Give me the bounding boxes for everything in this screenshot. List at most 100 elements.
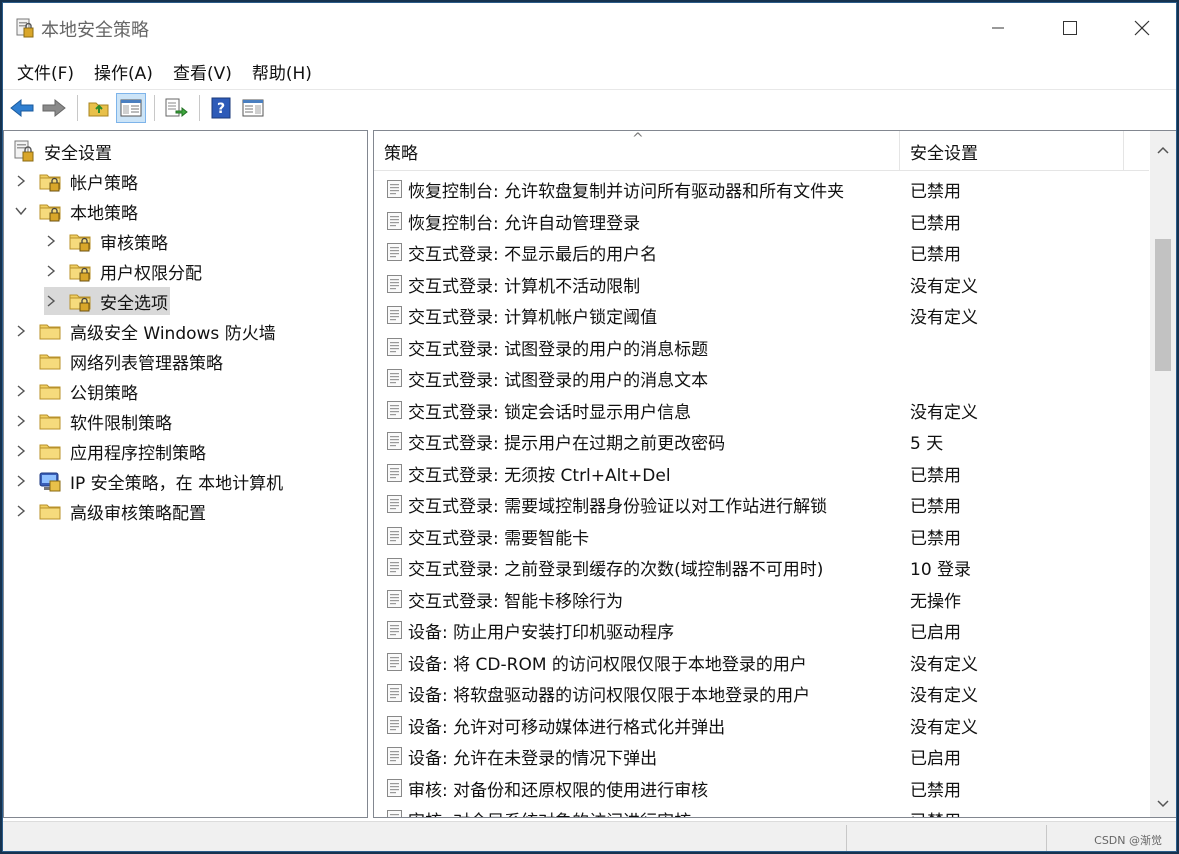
show-hide-tree-button[interactable] (116, 92, 146, 123)
chevron-down-icon[interactable] (14, 204, 28, 218)
policy-row[interactable]: 交互式登录: 无须按 Ctrl+Alt+Del 已禁用 (374, 457, 1149, 488)
scrollbar-thumb[interactable] (1155, 239, 1171, 371)
policy-row[interactable]: 交互式登录: 试图登录的用户的消息标题 (374, 331, 1149, 362)
policy-item-icon (387, 400, 402, 419)
policy-row[interactable]: 交互式登录: 智能卡移除行为 无操作 (374, 583, 1149, 614)
policy-setting: 已禁用 (910, 780, 961, 801)
menu-action[interactable]: 操作(A) (84, 55, 163, 87)
svg-text:?: ? (217, 101, 225, 117)
shield-icon (12, 139, 36, 163)
policy-row[interactable]: 审核: 对全局系统对象的访问进行审核 已禁用 (374, 803, 1149, 817)
chevron-right-icon[interactable] (14, 324, 28, 338)
menu-file[interactable]: 文件(F) (7, 55, 84, 87)
window-title: 本地安全策略 (41, 20, 149, 41)
policy-name: 交互式登录: 之前登录到缓存的次数(域控制器不可用时) (408, 560, 824, 580)
lock-folder-icon (38, 199, 62, 223)
policy-item-icon (387, 810, 402, 817)
policy-item-icon (387, 337, 402, 356)
close-button[interactable] (1107, 3, 1176, 53)
status-bar: CSDN @渐觉 (3, 821, 1176, 851)
menu-view[interactable]: 查看(V) (163, 55, 242, 87)
policy-row[interactable]: 审核: 对备份和还原权限的使用进行审核 已禁用 (374, 772, 1149, 803)
chevron-right-icon[interactable] (14, 444, 28, 458)
tree-item[interactable]: 安全设置 (12, 137, 114, 165)
policy-name: 交互式登录: 提示用户在过期之前更改密码 (408, 434, 726, 454)
policy-row[interactable]: 交互式登录: 不显示最后的用户名 已禁用 (374, 236, 1149, 267)
policy-row[interactable]: 交互式登录: 锁定会话时显示用户信息 没有定义 (374, 394, 1149, 425)
scroll-down-button[interactable] (1150, 791, 1176, 817)
policy-setting: 已禁用 (910, 497, 961, 517)
export-list-icon (165, 98, 188, 117)
minimize-button[interactable] (963, 3, 1033, 53)
policy-name: 设备: 允许在未登录的情况下弹出 (408, 749, 658, 769)
tree-item-label: 安全选项 (98, 287, 170, 315)
back-button[interactable] (7, 93, 37, 123)
console-tree-icon (120, 99, 142, 116)
column-header-setting[interactable]: 安全设置 (900, 131, 1124, 171)
policy-row[interactable]: 交互式登录: 之前登录到缓存的次数(域控制器不可用时) 10 登录 (374, 551, 1149, 582)
tree-item[interactable]: 网络列表管理器策略 (14, 347, 225, 375)
policy-row[interactable]: 交互式登录: 计算机不活动限制 没有定义 (374, 268, 1149, 299)
tree-item[interactable]: 安全选项 (44, 287, 170, 315)
policy-name: 审核: 对备份和还原权限的使用进行审核 (408, 780, 709, 801)
menu-help[interactable]: 帮助(H) (242, 55, 322, 87)
policy-item-icon (387, 589, 402, 608)
policy-item-icon (387, 684, 402, 702)
policy-row[interactable]: 设备: 将软盘驱动器的访问权限仅限于本地登录的用户 没有定义 (374, 677, 1149, 708)
ip-security-icon (38, 469, 62, 493)
tree-item[interactable]: 审核策略 (44, 227, 170, 255)
chevron-right-icon[interactable] (14, 384, 28, 398)
tree-item[interactable]: 应用程序控制策略 (14, 437, 208, 465)
toolbar-separator (199, 94, 200, 121)
policy-row[interactable]: 交互式登录: 需要智能卡 已禁用 (374, 520, 1149, 551)
chevron-right-icon[interactable] (14, 414, 28, 428)
help-button[interactable]: ? (206, 93, 236, 123)
tree-item[interactable]: 帐户策略 (14, 167, 140, 195)
chevron-right-icon[interactable] (44, 264, 58, 278)
policy-name: 设备: 将软盘驱动器的访问权限仅限于本地登录的用户 (408, 686, 811, 706)
forward-button[interactable] (39, 93, 69, 123)
policy-setting: 10 登录 (910, 560, 972, 580)
chevron-right-icon[interactable] (44, 294, 58, 308)
tree-item[interactable]: 本地策略 (14, 197, 140, 225)
policy-row[interactable]: 恢复控制台: 允许软盘复制并访问所有驱动器和所有文件夹 已禁用 (374, 173, 1149, 204)
policy-row[interactable]: 交互式登录: 提示用户在过期之前更改密码 5 天 (374, 425, 1149, 456)
chevron-right-icon[interactable] (44, 234, 58, 248)
tree-item[interactable]: 高级审核策略配置 (14, 497, 208, 525)
details-pane: 策略 ^ 安全设置 恢复控制台: 允许软盘复制并访问所有驱动器和所有文件夹 已禁用… (373, 130, 1176, 818)
chevron-right-icon[interactable] (14, 504, 28, 518)
folder-icon (38, 409, 62, 433)
policy-item-icon (387, 243, 402, 261)
column-header: 策略 ^ 安全设置 (374, 131, 1149, 171)
tree-item[interactable]: 用户权限分配 (44, 257, 204, 285)
policy-row[interactable]: 设备: 允许对可移动媒体进行格式化并弹出 没有定义 (374, 709, 1149, 740)
policy-row[interactable]: 交互式登录: 试图登录的用户的消息文本 (374, 362, 1149, 393)
chevron-right-icon[interactable] (14, 174, 28, 188)
policy-row[interactable]: 设备: 防止用户安装打印机驱动程序 已启用 (374, 614, 1149, 645)
up-one-level-button[interactable] (84, 93, 114, 123)
lock-folder-icon (68, 289, 92, 313)
toolbar-separator (154, 94, 155, 121)
maximize-button[interactable] (1035, 3, 1105, 53)
help-icon: ? (211, 97, 231, 118)
policy-row[interactable]: 恢复控制台: 允许自动管理登录 已禁用 (374, 205, 1149, 236)
tree-item[interactable]: 高级安全 Windows 防火墙 (14, 317, 278, 345)
policy-row[interactable]: 设备: 将 CD-ROM 的访问权限仅限于本地登录的用户 没有定义 (374, 646, 1149, 677)
folder-icon (38, 319, 62, 343)
show-hide-action-pane-button[interactable] (238, 93, 268, 123)
policy-item-icon (387, 432, 402, 450)
tree-item-label: 高级审核策略配置 (70, 503, 206, 524)
vertical-scrollbar[interactable] (1150, 131, 1176, 817)
export-list-button[interactable] (161, 93, 191, 123)
tree-item[interactable]: 公钥策略 (14, 377, 140, 405)
policy-row[interactable]: 交互式登录: 需要域控制器身份验证以对工作站进行解锁 已禁用 (374, 488, 1149, 519)
policy-row[interactable]: 交互式登录: 计算机帐户锁定阈值 没有定义 (374, 299, 1149, 330)
tree-item[interactable]: 软件限制策略 (14, 407, 174, 435)
scroll-up-button[interactable] (1150, 137, 1176, 163)
policy-item-icon (387, 274, 402, 293)
tree-item[interactable]: IP 安全策略，在 本地计算机 (14, 467, 285, 495)
policy-setting: 没有定义 (910, 654, 978, 675)
policy-item-icon (387, 180, 402, 198)
chevron-right-icon[interactable] (14, 474, 28, 488)
policy-row[interactable]: 设备: 允许在未登录的情况下弹出 已启用 (374, 740, 1149, 771)
